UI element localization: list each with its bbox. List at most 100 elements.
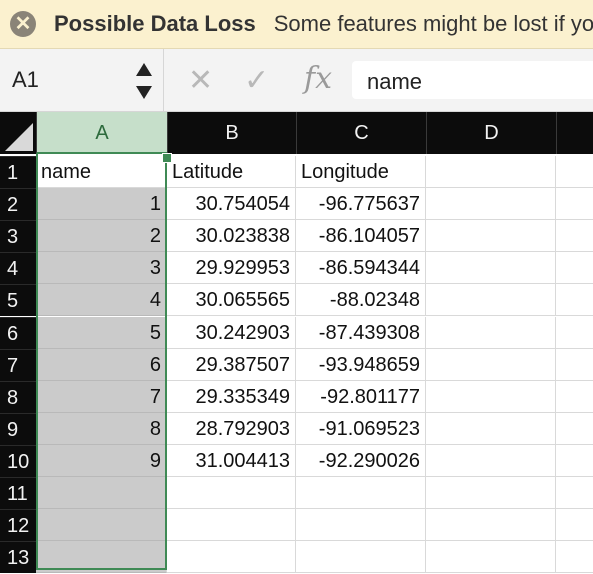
- row-header-11[interactable]: 11: [0, 477, 36, 509]
- cell-d2[interactable]: [426, 188, 556, 220]
- cell-c2[interactable]: -96.775637: [296, 188, 426, 220]
- cell-c10[interactable]: -92.290026: [296, 445, 426, 477]
- row-header-6[interactable]: 6: [0, 317, 36, 349]
- column-header-d[interactable]: D: [426, 112, 556, 154]
- cell-d7[interactable]: [426, 349, 556, 381]
- column-header-c[interactable]: C: [296, 112, 426, 154]
- cell-a11[interactable]: [36, 477, 167, 509]
- formula-input-value[interactable]: name: [367, 69, 422, 95]
- formula-bar: A1 ✕ ✓ fx name: [0, 49, 593, 112]
- select-all-button[interactable]: [0, 112, 36, 154]
- cell-a1[interactable]: name: [36, 156, 167, 188]
- name-box-stepper[interactable]: [136, 63, 152, 99]
- row-header-9[interactable]: 9: [0, 413, 36, 445]
- row-header-7[interactable]: 7: [0, 349, 36, 381]
- data-loss-warning-bar: ✕ Possible Data Loss Some features might…: [0, 0, 593, 49]
- cell-a10[interactable]: 9: [36, 445, 167, 477]
- cell-d5[interactable]: [426, 284, 556, 316]
- cancel-edit-icon[interactable]: ✕: [188, 63, 213, 98]
- fill-handle[interactable]: [162, 153, 172, 163]
- cell-c8[interactable]: -92.801177: [296, 381, 426, 413]
- confirm-edit-icon[interactable]: ✓: [244, 63, 269, 98]
- cell-b5[interactable]: 30.065565: [167, 284, 296, 316]
- cell-b1[interactable]: Latitude: [167, 156, 296, 188]
- cell-d13[interactable]: [426, 541, 556, 573]
- cell-e9[interactable]: [556, 413, 593, 445]
- cell-b11[interactable]: [167, 477, 296, 509]
- cell-a3[interactable]: 2: [36, 220, 167, 252]
- cell-a12[interactable]: [36, 509, 167, 541]
- cell-e13[interactable]: [556, 541, 593, 573]
- cell-b13[interactable]: [167, 541, 296, 573]
- cell-c13[interactable]: [296, 541, 426, 573]
- cell-b10[interactable]: 31.004413: [167, 445, 296, 477]
- cell-b6[interactable]: 30.242903: [167, 317, 296, 349]
- row-header-12[interactable]: 12: [0, 509, 36, 541]
- cell-a4[interactable]: 3: [36, 252, 167, 284]
- cell-e8[interactable]: [556, 381, 593, 413]
- cell-a6[interactable]: 5: [36, 317, 167, 349]
- cell-b4[interactable]: 29.929953: [167, 252, 296, 284]
- name-box-value[interactable]: A1: [12, 67, 39, 93]
- cell-c4[interactable]: -86.594344: [296, 252, 426, 284]
- row-header-5[interactable]: 5: [0, 284, 36, 316]
- cell-b8[interactable]: 29.335349: [167, 381, 296, 413]
- row-header-1[interactable]: 1: [0, 156, 36, 188]
- cell-b12[interactable]: [167, 509, 296, 541]
- cell-e11[interactable]: [556, 477, 593, 509]
- chevron-up-icon[interactable]: [136, 63, 152, 76]
- close-icon[interactable]: ✕: [10, 11, 36, 37]
- cell-e4[interactable]: [556, 252, 593, 284]
- cell-c11[interactable]: [296, 477, 426, 509]
- cell-a5[interactable]: 4: [36, 284, 167, 316]
- row-header-2[interactable]: 2: [0, 188, 36, 220]
- cell-e3[interactable]: [556, 220, 593, 252]
- column-header-a[interactable]: A: [36, 112, 167, 154]
- row-header-3[interactable]: 3: [0, 220, 36, 252]
- chevron-down-icon[interactable]: [136, 86, 152, 99]
- row-header-8[interactable]: 8: [0, 381, 36, 413]
- cell-c6[interactable]: -87.439308: [296, 317, 426, 349]
- cell-d12[interactable]: [426, 509, 556, 541]
- column-header-b[interactable]: B: [167, 112, 296, 154]
- cell-a7[interactable]: 6: [36, 349, 167, 381]
- cell-c9[interactable]: -91.069523: [296, 413, 426, 445]
- cell-a2[interactable]: 1: [36, 188, 167, 220]
- cell-e6[interactable]: [556, 317, 593, 349]
- cell-c5[interactable]: -88.02348: [296, 284, 426, 316]
- cell-c7[interactable]: -93.948659: [296, 349, 426, 381]
- cell-b2[interactable]: 30.754054: [167, 188, 296, 220]
- cell-d9[interactable]: [426, 413, 556, 445]
- formula-input[interactable]: name: [352, 61, 593, 99]
- cell-e5[interactable]: [556, 284, 593, 316]
- select-all-icon: [5, 123, 33, 151]
- cell-e2[interactable]: [556, 188, 593, 220]
- cell-d3[interactable]: [426, 220, 556, 252]
- cell-a8[interactable]: 7: [36, 381, 167, 413]
- row-header-4[interactable]: 4: [0, 252, 36, 284]
- cell-d10[interactable]: [426, 445, 556, 477]
- cell-b7[interactable]: 29.387507: [167, 349, 296, 381]
- insert-function-icon[interactable]: fx: [304, 61, 332, 96]
- row-header-10[interactable]: 10: [0, 445, 36, 477]
- cell-d4[interactable]: [426, 252, 556, 284]
- cell-e10[interactable]: [556, 445, 593, 477]
- cell-b3[interactable]: 30.023838: [167, 220, 296, 252]
- cell-e1[interactable]: [556, 156, 593, 188]
- row-header-13[interactable]: 13: [0, 541, 36, 573]
- cell-a9[interactable]: 8: [36, 413, 167, 445]
- warning-message: Some features might be lost if you save …: [273, 11, 593, 36]
- cell-c12[interactable]: [296, 509, 426, 541]
- cell-d6[interactable]: [426, 317, 556, 349]
- cell-c1[interactable]: Longitude: [296, 156, 426, 188]
- cell-d1[interactable]: [426, 156, 556, 188]
- column-header-e[interactable]: [556, 112, 593, 154]
- cell-c3[interactable]: -86.104057: [296, 220, 426, 252]
- cell-e7[interactable]: [556, 349, 593, 381]
- cell-d8[interactable]: [426, 381, 556, 413]
- cell-a13[interactable]: [36, 541, 167, 573]
- cell-d11[interactable]: [426, 477, 556, 509]
- cell-b9[interactable]: 28.792903: [167, 413, 296, 445]
- cell-e12[interactable]: [556, 509, 593, 541]
- name-box[interactable]: A1: [0, 49, 164, 111]
